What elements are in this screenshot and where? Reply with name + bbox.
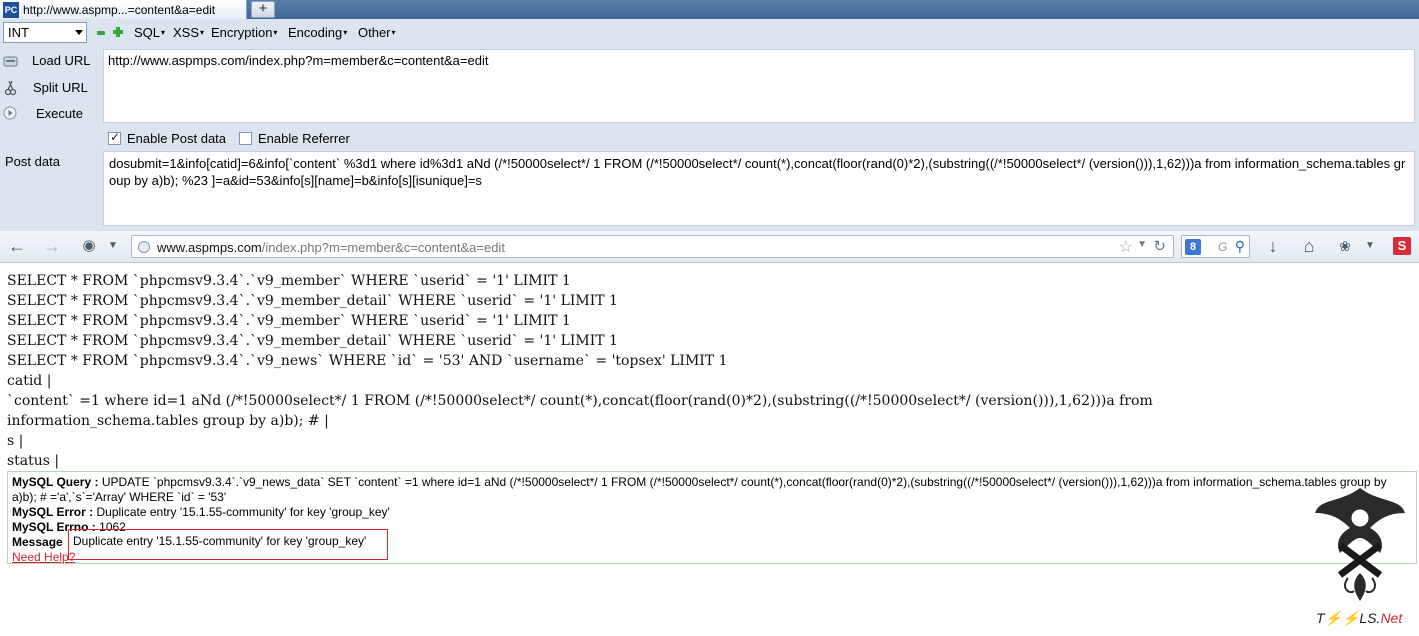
enable-post-toggle[interactable]: Enable Post data [108, 130, 227, 146]
globe-icon [138, 241, 150, 253]
menu-xss[interactable]: XSS▾ [173, 25, 204, 40]
home-icon[interactable]: ⌂ [1299, 237, 1319, 257]
address-text[interactable]: www.aspmps.com/index.php?m=member&c=cont… [157, 240, 505, 255]
favicon-icon: PC [3, 1, 19, 18]
page-content: SELECT * FROM `phpcmsv9.3.4`.`v9_member`… [0, 263, 1419, 636]
history-dropdown-icon[interactable]: ▼ [103, 237, 123, 257]
need-help-link[interactable]: Need Help? [12, 550, 75, 564]
firebug-icon[interactable]: ❀ [1335, 237, 1355, 257]
enable-referrer-checkbox[interactable] [239, 132, 252, 145]
mysql-error-value: Duplicate entry '15.1.55-community' for … [96, 505, 390, 519]
reload-icon[interactable]: ↻ [1153, 237, 1166, 255]
addon-puzzle-icon[interactable]: ◉ [79, 237, 99, 257]
load-url-icon [3, 54, 19, 68]
back-arrow-icon[interactable]: ← [7, 237, 27, 257]
new-tab-button[interactable]: + [251, 1, 275, 18]
sql-line: SELECT * FROM `phpcmsv9.3.4`.`v9_member`… [7, 273, 571, 289]
sql-line: s | [7, 433, 24, 449]
sql-line: information_schema.tables group by a)b);… [7, 413, 329, 429]
browser-tab[interactable]: PC http://www.aspmp...=content&a=edit [0, 0, 247, 19]
mysql-error-label: MySQL Error : [12, 505, 94, 519]
message-label-row: Message [12, 535, 63, 549]
address-bar[interactable]: www.aspmps.com/index.php?m=member&c=cont… [131, 235, 1174, 258]
menu-other[interactable]: Other▾ [358, 25, 396, 40]
menu-xss-label: XSS [173, 25, 200, 40]
chevron-down-icon [75, 30, 83, 35]
execute-label: Execute [36, 106, 83, 121]
menu-encoding-label: Encoding [288, 25, 343, 40]
sql-line: SELECT * FROM `phpcmsv9.3.4`.`v9_member`… [7, 313, 571, 329]
int-select-value: INT [8, 25, 29, 40]
forward-arrow-icon[interactable]: → [42, 237, 62, 257]
minus-icon[interactable] [97, 31, 105, 35]
load-url-label: Load URL [32, 53, 91, 68]
sql-line: SELECT * FROM `phpcmsv9.3.4`.`v9_member_… [7, 293, 618, 309]
watermark-text-main: T⚡⚡LS. [1316, 610, 1381, 626]
sql-line: status | [7, 453, 60, 469]
post-data-label: Post data [5, 154, 60, 169]
split-url-label: Split URL [33, 80, 88, 95]
search-box[interactable]: 8 G ⚲ [1181, 235, 1250, 258]
menu-sql[interactable]: SQL▾ [134, 25, 165, 40]
sql-line: catid | [7, 373, 52, 389]
s-addon-icon[interactable]: S [1393, 237, 1411, 255]
menu-encryption-label: Encryption [211, 25, 273, 40]
mysql-error-row: MySQL Error : Duplicate entry '15.1.55-c… [12, 505, 390, 519]
menu-encoding[interactable]: Encoding▾ [288, 25, 347, 40]
scissors-icon [3, 80, 19, 96]
tab-bar: PC http://www.aspmp...=content&a=edit + [0, 0, 1419, 19]
enable-post-checkbox[interactable] [108, 130, 121, 145]
mysql-query-value: UPDATE `phpcmsv9.3.4`.`v9_news_data` SET… [12, 475, 1387, 504]
split-url-button[interactable]: Split URL [3, 80, 88, 96]
message-box: Duplicate entry '15.1.55-community' for … [68, 529, 388, 560]
mysql-query-label: MySQL Query : [12, 475, 99, 489]
menu-sql-label: SQL [134, 25, 161, 40]
navigation-bar: ← → ◉ ▼ www.aspmps.com/index.php?m=membe… [0, 231, 1419, 263]
execute-button[interactable]: Execute [3, 106, 83, 121]
plus-icon[interactable] [113, 27, 123, 37]
play-icon [3, 106, 19, 120]
watermark-text-net: Net [1380, 610, 1403, 626]
watermark-logo [1310, 483, 1410, 603]
hackbar-toolbar: INT SQL▾ XSS▾ Encryption▾ Encoding▾ Othe… [0, 19, 1419, 47]
message-label: Message [12, 535, 63, 549]
google-icon[interactable]: 8 [1185, 239, 1201, 255]
menu-other-label: Other [358, 25, 391, 40]
sql-line: `content` =1 where id=1 aNd (/*!50000sel… [7, 393, 1153, 409]
search-icon[interactable]: ⚲ [1235, 238, 1245, 255]
download-icon[interactable]: ↓ [1263, 237, 1283, 257]
mysql-query-row: MySQL Query : UPDATE `phpcmsv9.3.4`.`v9_… [12, 475, 1412, 505]
menu-encryption[interactable]: Encryption▾ [211, 25, 277, 40]
enable-referrer-label: Enable Referrer [258, 131, 350, 146]
watermark-text: T⚡⚡LS.Net [1316, 610, 1402, 627]
mysql-error-box: MySQL Query : UPDATE `phpcmsv9.3.4`.`v9_… [7, 471, 1417, 564]
address-dropdown-icon[interactable]: ▼ [1137, 239, 1147, 250]
post-data-textarea[interactable]: dosubmit=1&info[catid]=6&info[`content` … [103, 151, 1415, 226]
toolbar-dropdown-icon[interactable]: ▼ [1360, 237, 1380, 257]
sql-line: SELECT * FROM `phpcmsv9.3.4`.`v9_member_… [7, 333, 618, 349]
hackbar-panel: INT SQL▾ XSS▾ Encryption▾ Encoding▾ Othe… [0, 19, 1419, 231]
enable-post-label: Enable Post data [127, 131, 227, 146]
address-host: www.aspmps.com [157, 240, 262, 255]
search-hint: G [1218, 240, 1228, 254]
bookmark-star-icon[interactable]: ☆ [1119, 237, 1133, 257]
enable-referrer-toggle[interactable]: Enable Referrer [239, 131, 350, 146]
load-url-button[interactable]: Load URL [3, 53, 91, 68]
url-textarea[interactable]: http://www.aspmps.com/index.php?m=member… [103, 49, 1415, 123]
int-select[interactable]: INT [3, 22, 87, 43]
tab-title: http://www.aspmp...=content&a=edit [23, 2, 216, 17]
address-path: /index.php?m=member&c=content&a=edit [261, 240, 505, 255]
sql-line: SELECT * FROM `phpcmsv9.3.4`.`v9_news` W… [7, 353, 728, 369]
